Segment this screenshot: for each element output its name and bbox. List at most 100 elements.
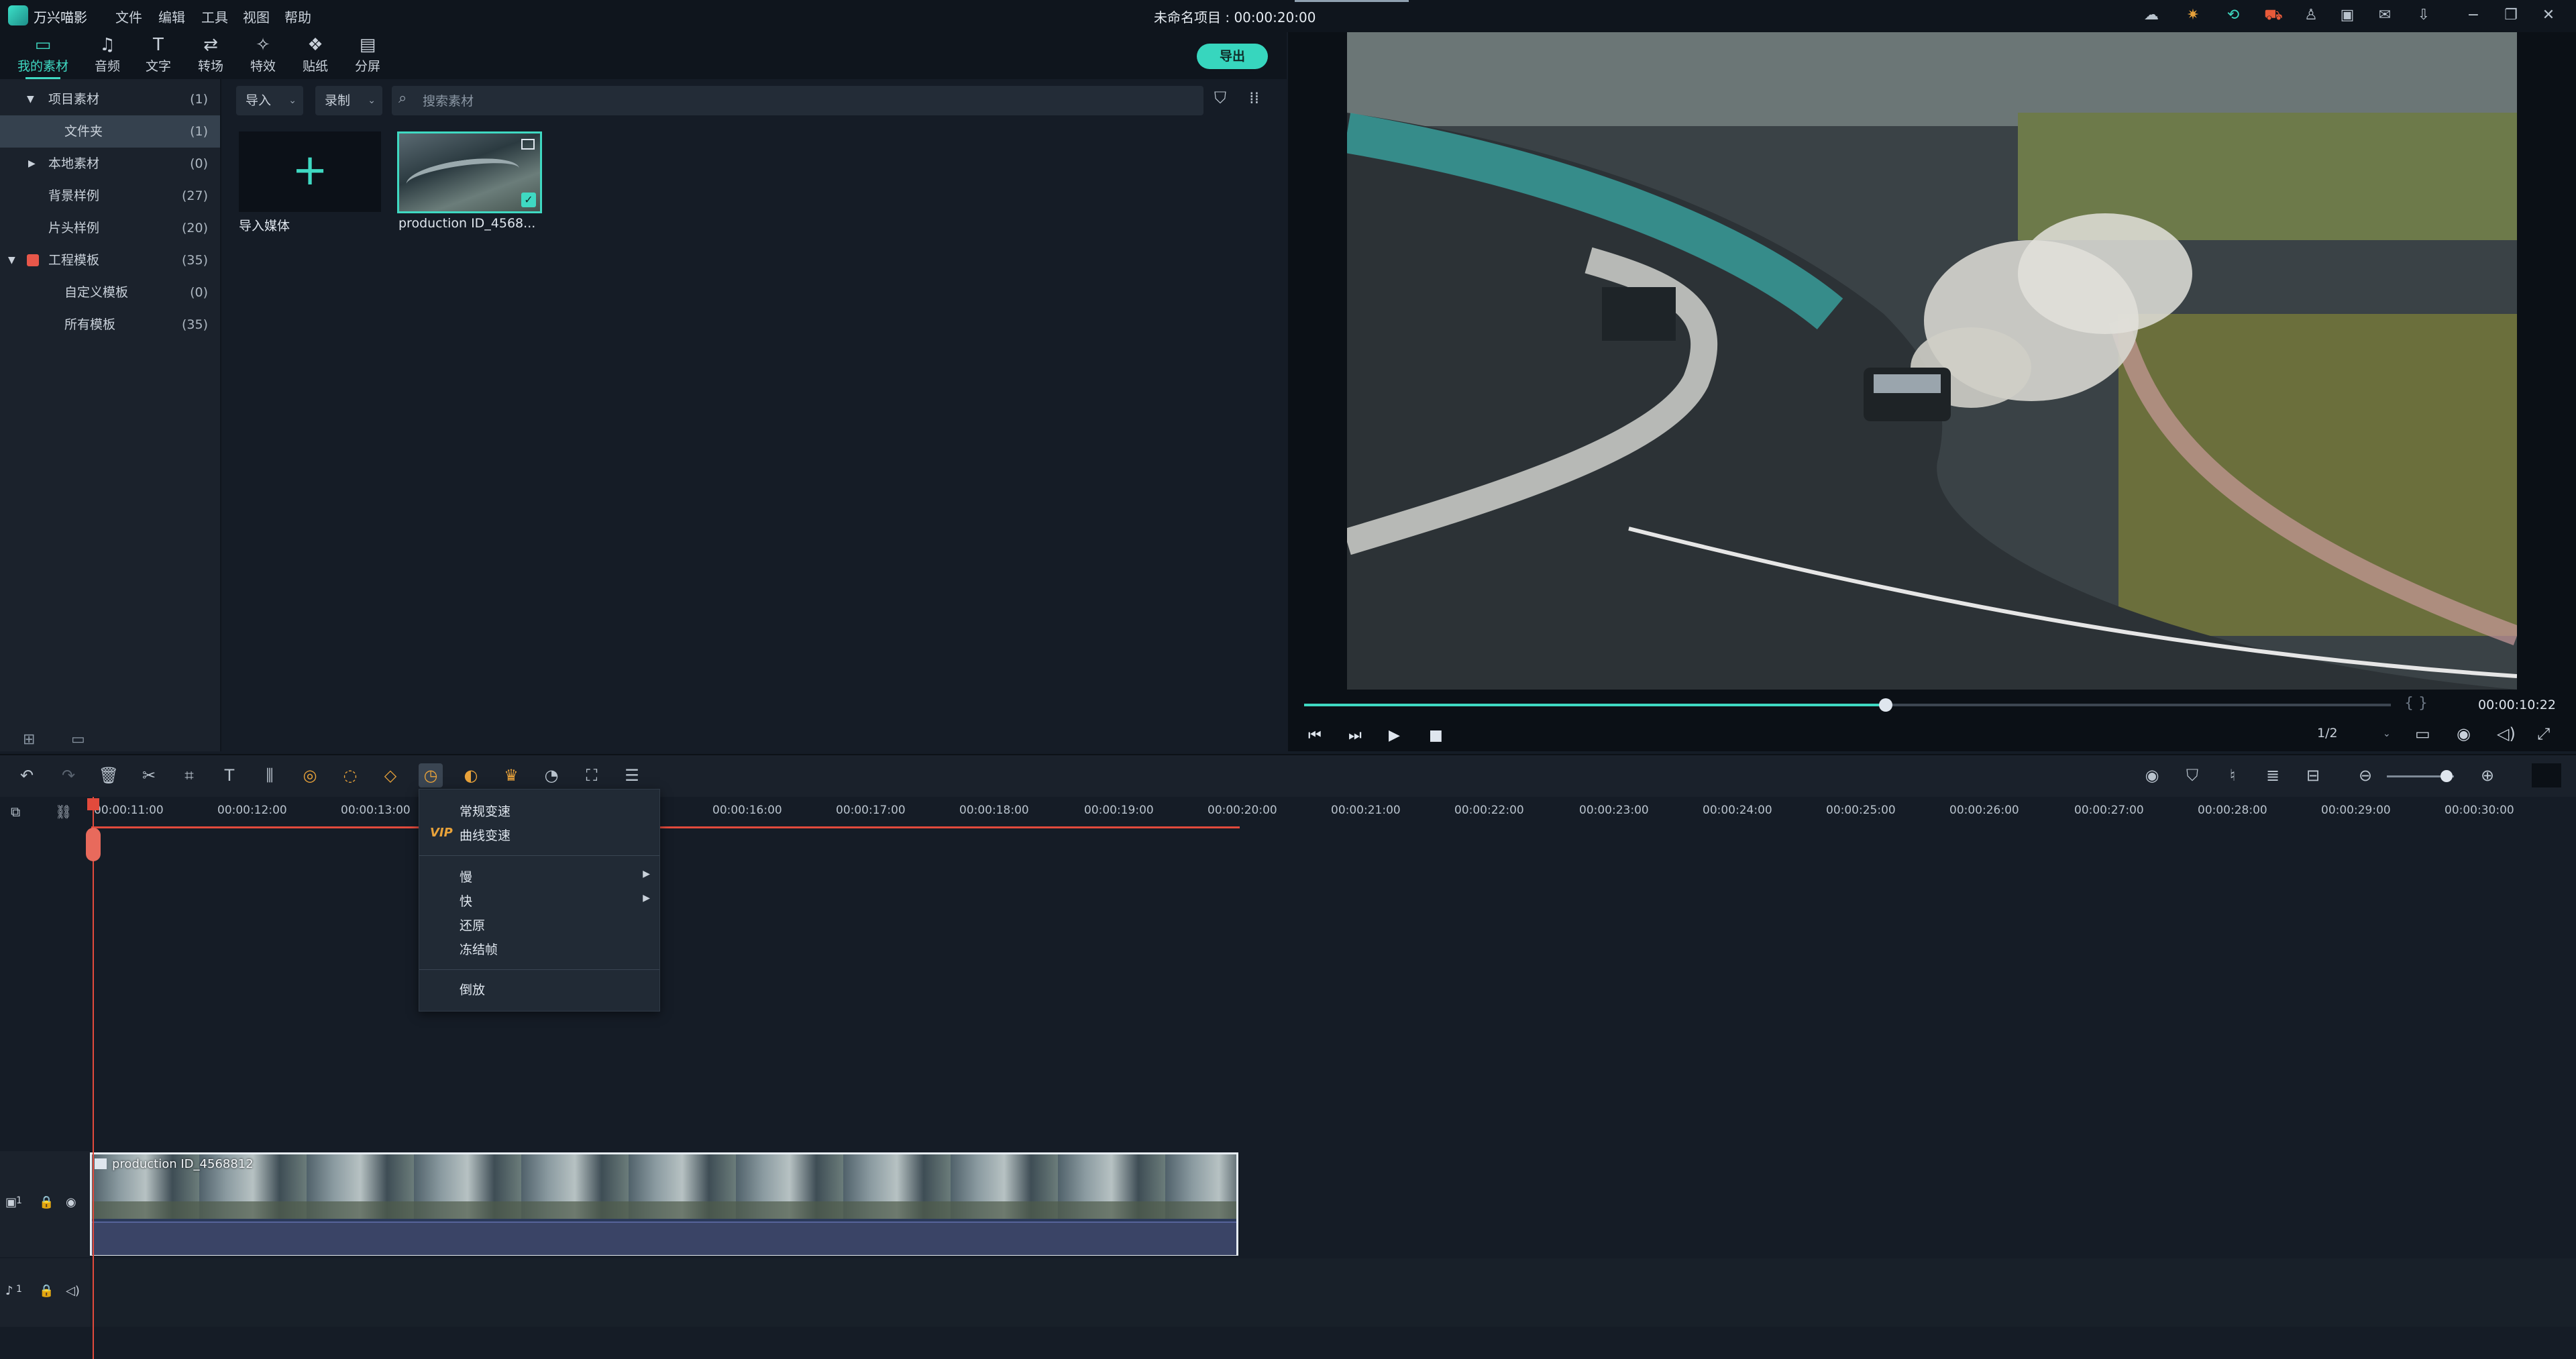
link-icon[interactable]: ⛓ [55, 804, 72, 820]
keyframe-icon[interactable]: ◇ [378, 763, 402, 787]
delete-icon[interactable]: 🗑 [97, 763, 121, 787]
step-back-icon[interactable]: ⏮ [1308, 727, 1322, 744]
chevron-down-icon[interactable]: ⌄ [2383, 728, 2391, 739]
user-icon[interactable]: ♙ [2301, 5, 2321, 25]
menu-item-freeze-frame[interactable]: 冻结帧 [460, 940, 498, 958]
duration-icon[interactable]: ◔ [539, 763, 564, 787]
minimize-icon[interactable]: − [2463, 5, 2483, 25]
caret-down-icon[interactable]: ▼ [8, 244, 15, 276]
snapshot-icon[interactable]: ◉ [2457, 724, 2471, 743]
restore-icon[interactable]: ❐ [2501, 5, 2521, 25]
grid-view-icon[interactable]: ⁞⁞ [1249, 89, 1259, 107]
audio-track-lane[interactable] [90, 1258, 2576, 1327]
lock-icon[interactable]: 🔒 [39, 1195, 54, 1209]
menu-item-slow[interactable]: 慢 [460, 867, 472, 885]
undo-icon[interactable]: ↶ [15, 763, 39, 787]
zoom-slider-handle[interactable] [2440, 770, 2453, 782]
tree-item-custom-templates[interactable]: 自定义模板 (0) [0, 276, 220, 309]
zoom-out-icon[interactable]: ⊖ [2353, 763, 2377, 787]
export-button[interactable]: 导出 [1197, 44, 1268, 69]
save-icon[interactable]: ▣ [2337, 5, 2357, 25]
tree-item-project-media[interactable]: ▼ 项目素材 (1) [0, 83, 220, 115]
color-match-icon[interactable]: ◎ [298, 763, 322, 787]
search-input[interactable] [421, 86, 1189, 117]
split-icon[interactable]: ⫼ [258, 763, 282, 787]
eye-icon[interactable]: ◉ [66, 1195, 76, 1209]
headset-icon[interactable]: ⟲ [2223, 5, 2243, 25]
adjust-icon[interactable]: ☰ [620, 763, 644, 787]
tab-split-screen[interactable]: ▤ 分屏 [343, 32, 392, 79]
tree-item-intro-samples[interactable]: 片头样例 (20) [0, 212, 220, 244]
step-forward-icon[interactable]: ⏭ [1348, 727, 1362, 744]
mail-icon[interactable]: ✉ [2375, 5, 2395, 25]
microphone-icon[interactable]: ♮ [2220, 763, 2245, 787]
fit-icon[interactable]: ⛶ [580, 763, 604, 787]
cloud-icon[interactable]: ☁ [2141, 5, 2161, 25]
import-dropdown[interactable]: 导入 ⌄ [236, 86, 303, 115]
tree-item-local-media[interactable]: ▶ 本地素材 (0) [0, 148, 220, 180]
zoom-in-icon[interactable]: ⊕ [2475, 763, 2500, 787]
menu-item-reset[interactable]: 还原 [460, 916, 485, 934]
stop-icon[interactable]: ■ [1429, 727, 1443, 744]
menu-item-normal-speed[interactable]: 常规变速 [460, 802, 511, 820]
import-media-card[interactable]: + [239, 131, 381, 212]
tab-stickers[interactable]: ❖ 贴纸 [291, 32, 339, 79]
menu-edit[interactable]: 编辑 [158, 7, 185, 26]
add-track-icon[interactable]: ⧉ [11, 804, 20, 820]
caret-down-icon[interactable]: ▼ [27, 83, 34, 115]
marker-icon[interactable]: ⛉ [2180, 763, 2204, 787]
tab-transition[interactable]: ⇄ 转场 [186, 32, 235, 79]
lock-icon[interactable]: 🔒 [39, 1284, 54, 1298]
close-icon[interactable]: ✕ [2538, 5, 2559, 25]
menu-item-fast[interactable]: 快 [460, 891, 472, 910]
tree-item-folder[interactable]: 文件夹 (1) [0, 115, 220, 148]
tab-my-media[interactable]: ▭ 我的素材 [16, 32, 70, 79]
menu-view[interactable]: 视图 [243, 7, 270, 26]
audio-mixer-icon[interactable]: ≣ [2261, 763, 2285, 787]
filter-icon[interactable]: ⛉ [1214, 89, 1226, 107]
stabilize-icon[interactable]: ◌ [338, 763, 362, 787]
volume-icon[interactable]: ◁) [2497, 724, 2516, 743]
menu-help[interactable]: 帮助 [284, 7, 311, 26]
tree-item-project-templates[interactable]: ▼ 工程模板 (35) [0, 244, 220, 276]
panel-layout-icon[interactable] [2532, 763, 2561, 787]
media-clip-thumbnail[interactable]: ✓ [397, 131, 542, 213]
menu-tools[interactable]: 工具 [201, 7, 228, 26]
cut-icon[interactable]: ✂ [137, 763, 161, 787]
crop-icon[interactable]: ⌗ [177, 763, 201, 787]
color-palette-icon[interactable]: ◐ [459, 763, 483, 787]
tree-item-all-templates[interactable]: 所有模板 (35) [0, 309, 220, 341]
monitor-icon[interactable]: ▭ [2415, 724, 2430, 743]
redo-icon[interactable]: ↷ [56, 763, 80, 787]
menu-file[interactable]: 文件 [115, 7, 142, 26]
bulb-icon[interactable]: ✷ [2183, 5, 2203, 25]
render-icon[interactable]: ◉ [2140, 763, 2164, 787]
menu-item-curve-speed[interactable]: 曲线变速 [460, 826, 511, 844]
playhead-handle[interactable] [87, 798, 99, 810]
download-icon[interactable]: ⇩ [2414, 5, 2434, 25]
new-folder-icon[interactable]: ⊞ [23, 731, 35, 748]
snap-icon[interactable]: ⊟ [2301, 763, 2325, 787]
playhead-line[interactable] [93, 797, 94, 1359]
preview-quality-select[interactable]: 1/2 [2317, 726, 2338, 741]
text-add-icon[interactable]: T [217, 763, 241, 787]
play-icon[interactable]: ▶ [1389, 727, 1400, 744]
preview-video-frame[interactable] [1347, 32, 2517, 690]
fullscreen-icon[interactable]: ⤢ [2537, 724, 2550, 743]
playhead-marker[interactable] [86, 828, 101, 861]
preview-scrubber-handle[interactable] [1878, 698, 1892, 712]
crown-icon[interactable]: ♛ [499, 763, 523, 787]
caret-right-icon[interactable]: ▶ [28, 148, 36, 180]
cart-icon[interactable]: ⛟ [2263, 5, 2284, 25]
menu-item-reverse[interactable]: 倒放 [460, 980, 485, 998]
speaker-icon[interactable]: ◁) [66, 1284, 80, 1298]
record-dropdown[interactable]: 录制 ⌄ [315, 86, 382, 115]
speed-icon[interactable]: ◷ [419, 763, 443, 787]
timeline-video-clip[interactable]: production ID_4568812 [90, 1152, 1238, 1256]
tab-audio[interactable]: ♫ 音频 [83, 32, 131, 79]
tab-effects[interactable]: ✧ 特效 [239, 32, 287, 79]
folder-outline-icon[interactable]: ▭ [71, 731, 85, 748]
tab-text[interactable]: T 文字 [134, 32, 182, 79]
mark-in-out-icon[interactable]: { } [2404, 695, 2428, 712]
tree-item-background-samples[interactable]: 背景样例 (27) [0, 180, 220, 212]
